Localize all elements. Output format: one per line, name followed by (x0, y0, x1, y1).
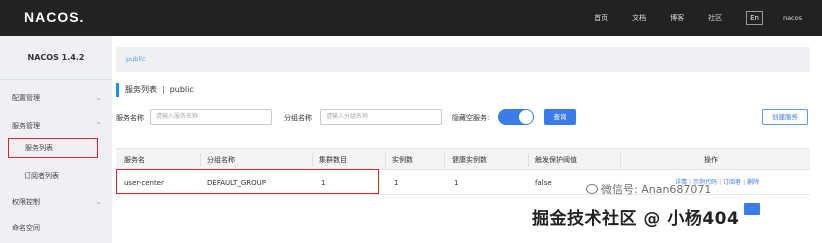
sidebar-item-config-management[interactable]: 配置管理 ⌄ (0, 86, 112, 110)
top-navbar: NACOS. 首页 文档 博客 社区 En nacos (0, 0, 822, 36)
sidebar-item-label: 权限控制 (12, 198, 40, 206)
chevron-down-icon: ⌄ (95, 197, 102, 206)
sidebar-item-label: 服务管理 (12, 122, 40, 130)
toggle-knob (519, 110, 533, 124)
nav-home[interactable]: 首页 (594, 13, 608, 23)
sidebar: NACOS 1.4.2 配置管理 ⌄ 服务管理 ⌃ 服务列表 订阅者列表 权限控… (0, 36, 112, 243)
page-title-text: 服务列表 (125, 85, 157, 94)
sidebar-item-label: 服务列表 (25, 144, 53, 152)
hide-empty-label: 隐藏空服务: (452, 114, 490, 122)
subscribers-link[interactable]: 订阅者 (723, 179, 741, 186)
wechat-watermark-text: 微信号: Anan687071 (601, 183, 712, 196)
column-service-name[interactable]: 服务名 (124, 149, 145, 171)
column-healthy-count[interactable]: 健康实例数 (452, 149, 487, 171)
column-divider (312, 153, 313, 167)
wechat-watermark: 微信号: Anan687071 (586, 181, 711, 197)
sidebar-item-service-management[interactable]: 服务管理 ⌃ (0, 114, 112, 138)
column-divider (200, 153, 201, 167)
row-highlight-box (116, 169, 379, 194)
separator: | (743, 179, 746, 186)
wechat-icon (586, 184, 598, 194)
column-divider (444, 153, 445, 167)
column-instance-count[interactable]: 实例数 (392, 149, 413, 171)
juejin-watermark: 掘金技术社区 @ 小杨404 (532, 209, 740, 229)
user-name[interactable]: nacos (783, 14, 802, 22)
sidebar-item-access-control[interactable]: 权限控制 ⌄ (0, 190, 112, 214)
column-operations: 操作 (704, 156, 718, 164)
cell-instance-count: 1 (394, 179, 399, 187)
top-nav: 首页 文档 博客 社区 En nacos (570, 0, 802, 36)
title-separator: | (162, 85, 165, 94)
column-divider (528, 153, 529, 167)
page-title: 服务列表 | public (116, 83, 194, 97)
column-group-name[interactable]: 分组名称 (207, 149, 235, 171)
nacos-logo[interactable]: NACOS. (24, 9, 84, 25)
sidebar-item-subscriber-list[interactable]: 订阅者列表 (0, 164, 112, 188)
separator: | (719, 179, 722, 186)
sidebar-item-label: 订阅者列表 (24, 172, 59, 180)
language-switch[interactable]: En (746, 11, 763, 25)
sidebar-item-namespace[interactable]: 命名空间 (0, 216, 112, 240)
create-service-button[interactable]: 创建服务 (762, 109, 808, 125)
delete-link[interactable]: 删除 (747, 179, 759, 186)
cell-protect-threshold: false (535, 179, 552, 187)
query-button[interactable]: 查询 (544, 109, 576, 125)
column-divider (385, 153, 386, 167)
sidebar-item-label: 命名空间 (12, 224, 40, 232)
nav-docs[interactable]: 文档 (632, 13, 646, 23)
nav-community[interactable]: 社区 (708, 13, 722, 23)
namespace-breadcrumb[interactable]: public (116, 47, 810, 72)
column-protect-threshold[interactable]: 触发保护阈值 (535, 149, 577, 171)
chevron-down-icon: ⌄ (95, 93, 102, 102)
service-name-label: 服务名称 (116, 114, 144, 122)
chevron-up-icon: ⌃ (95, 121, 102, 130)
hide-empty-toggle[interactable] (498, 109, 534, 125)
cell-healthy-count: 1 (454, 179, 459, 187)
group-name-label: 分组名称 (284, 114, 312, 122)
column-divider (620, 153, 621, 167)
service-name-input[interactable]: 请输入服务名称 (150, 109, 272, 125)
version-title: NACOS 1.4.2 (0, 36, 112, 80)
pager-button[interactable] (744, 203, 760, 215)
table-header: 服务名 分组名称 集群数目 实例数 健康实例数 触发保护阈值 操作 (116, 148, 810, 170)
nav-blog[interactable]: 博客 (670, 13, 684, 23)
sidebar-item-label: 配置管理 (12, 94, 40, 102)
page-title-namespace: public (169, 85, 194, 94)
column-cluster-count[interactable]: 集群数目 (319, 149, 347, 171)
group-name-input[interactable]: 请输入分组名称 (320, 109, 442, 125)
sidebar-item-service-list[interactable]: 服务列表 (8, 138, 98, 158)
